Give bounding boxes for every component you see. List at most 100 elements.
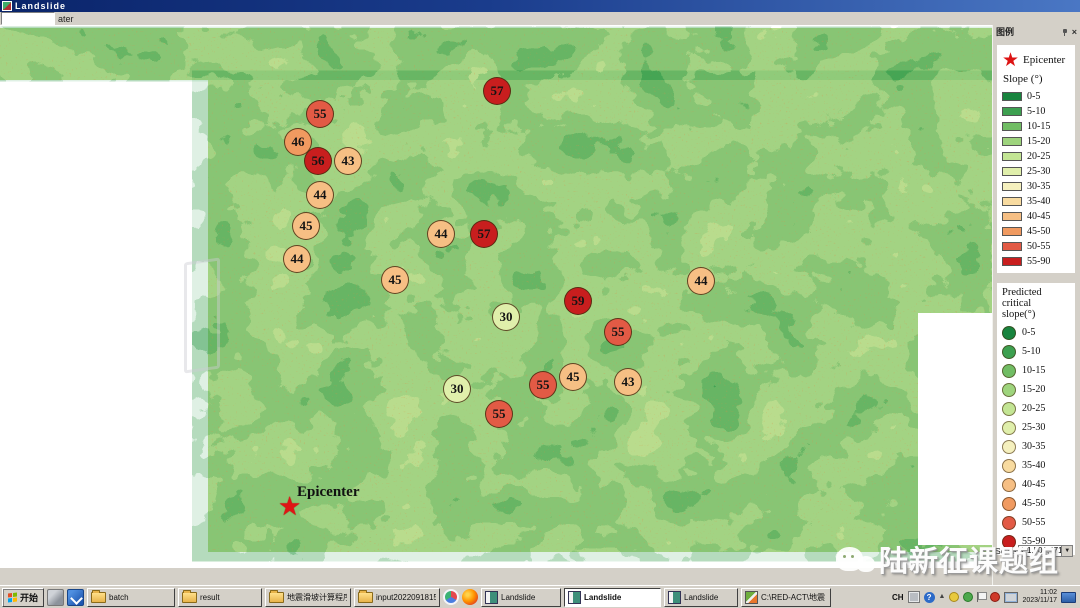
legend-row: 40-45 [1002, 209, 1073, 224]
language-indicator[interactable]: CH [892, 593, 904, 602]
slope-marker[interactable]: 44 [687, 267, 715, 295]
slope-marker[interactable]: 45 [292, 212, 320, 240]
network-monitor-icon[interactable] [1004, 592, 1018, 603]
legend-swatch [1002, 137, 1022, 146]
windows-logo-icon [8, 592, 17, 602]
legend-row: 40-45 [1002, 475, 1073, 494]
taskbar-button-label: Landslide [501, 593, 535, 602]
taskbar-button[interactable]: Landslide [564, 588, 661, 607]
slope-marker[interactable]: 44 [306, 181, 334, 209]
legend-row: 50-55 [1002, 513, 1073, 532]
menu-bar: ater [0, 12, 1080, 26]
legend-row: 55-90 [1002, 254, 1073, 269]
legend-swatch [1002, 197, 1022, 206]
start-button[interactable]: 开始 [2, 588, 44, 607]
legend-row: 35-40 [1002, 456, 1073, 475]
legend-range-label: 15-20 [1022, 384, 1045, 395]
security-flag-icon[interactable] [977, 592, 986, 602]
firefox-icon[interactable] [462, 589, 478, 605]
slope-legend-rows: 0-55-1010-1515-2020-2525-3030-3535-4040-… [1002, 89, 1073, 269]
app-icon [568, 591, 581, 604]
slope-marker[interactable]: 57 [470, 220, 498, 248]
legend-range-label: 55-90 [1027, 256, 1050, 267]
legend-circle-swatch [1002, 383, 1016, 397]
show-hidden-icons-chevron[interactable]: ▲ [939, 593, 946, 601]
slope-marker[interactable]: 30 [492, 303, 520, 331]
legend-panel-header[interactable]: 图例 × [993, 25, 1080, 38]
faint-watermark-logo [184, 257, 220, 373]
taskbar-button[interactable]: Landslide [481, 588, 561, 607]
slope-marker[interactable]: 45 [381, 266, 409, 294]
legend-row: 0-5 [1002, 89, 1073, 104]
help-icon[interactable]: ? [924, 592, 935, 603]
taskbar-button[interactable]: result [178, 588, 262, 607]
slope-marker[interactable]: 55 [485, 400, 513, 428]
legend-range-label: 50-55 [1027, 241, 1050, 252]
slope-marker[interactable]: 44 [283, 245, 311, 273]
app-tray-icon[interactable] [443, 589, 459, 605]
slope-marker[interactable]: 43 [614, 368, 642, 396]
quick-launch-icon[interactable] [67, 589, 84, 606]
taskbar-buttons-left: batch result地震滑坡计算程序..input20220918153302 [87, 588, 440, 607]
taskbar-button-label: C:\RED-ACT\地震 .. [761, 592, 827, 603]
pin-icon[interactable] [1061, 28, 1069, 36]
slope-marker[interactable]: 55 [306, 100, 334, 128]
slope-marker[interactable]: 59 [564, 287, 592, 315]
legend-circle-swatch [1002, 497, 1016, 511]
chevron-down-icon[interactable]: ▼ [1061, 546, 1072, 556]
close-icon[interactable]: × [1072, 28, 1077, 36]
folder-icon [182, 592, 197, 603]
show-desktop-icon[interactable] [47, 589, 64, 606]
epicenter-label: Epicenter [297, 484, 359, 501]
system-tray: CH ? ▲ 11:02 2023/11/17 [892, 589, 1078, 605]
slope-marker[interactable]: 43 [334, 147, 362, 175]
slope-marker[interactable]: 30 [443, 375, 471, 403]
map-canvas[interactable]: 5546564344454457445745445930554555433055… [0, 25, 992, 568]
legend-range-label: 10-15 [1027, 121, 1050, 132]
legend-panel-title: 图例 [996, 25, 1058, 38]
taskbar-button[interactable]: batch [87, 588, 175, 607]
legend-range-label: 40-45 [1022, 479, 1045, 490]
legend-range-label: 35-40 [1027, 196, 1050, 207]
legend-range-label: 25-30 [1022, 422, 1045, 433]
taskbar-button-label: Landslide [684, 593, 718, 602]
slope-marker[interactable]: 56 [304, 147, 332, 175]
slope-marker[interactable]: 44 [427, 220, 455, 248]
legend-range-label: 20-25 [1022, 403, 1045, 414]
title-bar[interactable]: Landslide [0, 0, 1080, 12]
taskbar-button[interactable]: 地震滑坡计算程序.. [265, 588, 351, 607]
tray-green-icon[interactable] [963, 592, 973, 602]
tray-time: 11:02 [1040, 589, 1057, 596]
legend-swatch [1002, 107, 1022, 116]
clock[interactable]: 11:02 2023/11/17 [1022, 589, 1057, 605]
legend-range-label: 0-5 [1027, 91, 1040, 102]
critical-title-line1: Predicted critical [1002, 287, 1042, 309]
taskbar-button[interactable]: Landslide [664, 588, 738, 607]
legend-range-label: 10-15 [1022, 365, 1045, 376]
slope-marker[interactable]: 55 [529, 371, 557, 399]
legend-range-label: 5-10 [1027, 106, 1045, 117]
taskbar-button-label: batch [109, 593, 129, 602]
legend-row: 25-30 [1002, 418, 1073, 437]
legend-panel: 图例 × ★ Epicenter Slope (°) 0-55-1010-151… [992, 25, 1080, 585]
slope-marker[interactable]: 55 [604, 318, 632, 346]
slope-marker[interactable]: 57 [483, 77, 511, 105]
window-title: Landslide [15, 1, 66, 11]
legend-circle-swatch [1002, 421, 1016, 435]
legend-row: 30-35 [1002, 437, 1073, 456]
touchpad-icon[interactable] [908, 591, 920, 603]
taskbar-button[interactable]: input20220918153302 [354, 588, 440, 607]
legend-row: 45-50 [1002, 224, 1073, 239]
tray-red-icon[interactable] [990, 592, 1000, 602]
layer-combobox[interactable] [1, 12, 55, 25]
slope-marker[interactable]: 45 [559, 363, 587, 391]
legend-row: 20-25 [1002, 399, 1073, 418]
battery-icon[interactable] [1061, 592, 1076, 603]
tray-yellow-icon[interactable] [949, 592, 959, 602]
wechat-icon [836, 547, 863, 571]
legend-swatch [1002, 122, 1022, 131]
legend-swatch [1002, 227, 1022, 236]
taskbar-button[interactable]: C:\RED-ACT\地震 .. [741, 588, 831, 607]
legend-row: 35-40 [1002, 194, 1073, 209]
legend-range-label: 15-20 [1027, 136, 1050, 147]
